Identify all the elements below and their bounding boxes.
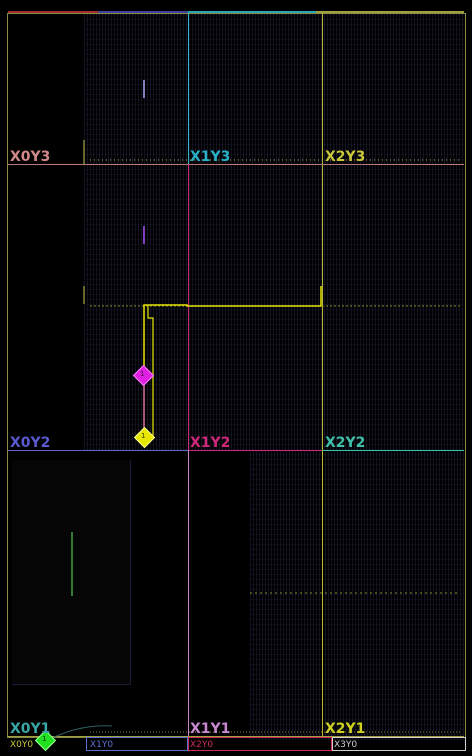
magenta-marker[interactable]: 1	[132, 364, 155, 387]
clock-region-label-x1y0[interactable]: X1Y0	[90, 741, 113, 750]
clock-region-label-x2y3[interactable]: X2Y3	[325, 150, 365, 164]
clock-region-label-x0y1[interactable]: X0Y1	[10, 722, 50, 736]
marker-glyph: 1	[140, 370, 145, 378]
clock-region-label-x3y0[interactable]: X3Y0	[334, 741, 357, 750]
yellow-marker[interactable]: 1	[133, 426, 156, 449]
routing-overlay	[47, 80, 460, 741]
marker-glyph: 1	[141, 432, 146, 440]
clock-region-label-x2y2[interactable]: X2Y2	[325, 436, 365, 450]
clock-region-label-x0y0[interactable]: X0Y0	[10, 741, 33, 750]
clock-region-label-x0y2[interactable]: X0Y2	[10, 436, 50, 450]
clock-region-label-x1y1[interactable]: X1Y1	[190, 722, 230, 736]
clock-region-label-x2y1[interactable]: X2Y1	[325, 722, 365, 736]
device-view[interactable]: 1 1 1 X0Y3 X1Y3 X2Y3 X0Y2 X1Y2 X2Y2 X0Y1…	[0, 0, 472, 756]
clock-region-label-x0y3[interactable]: X0Y3	[10, 150, 50, 164]
clock-region-label-x1y3[interactable]: X1Y3	[190, 150, 230, 164]
clock-region-label-x1y2[interactable]: X1Y2	[190, 436, 230, 450]
clock-region-label-x2y0[interactable]: X2Y0	[190, 741, 213, 750]
